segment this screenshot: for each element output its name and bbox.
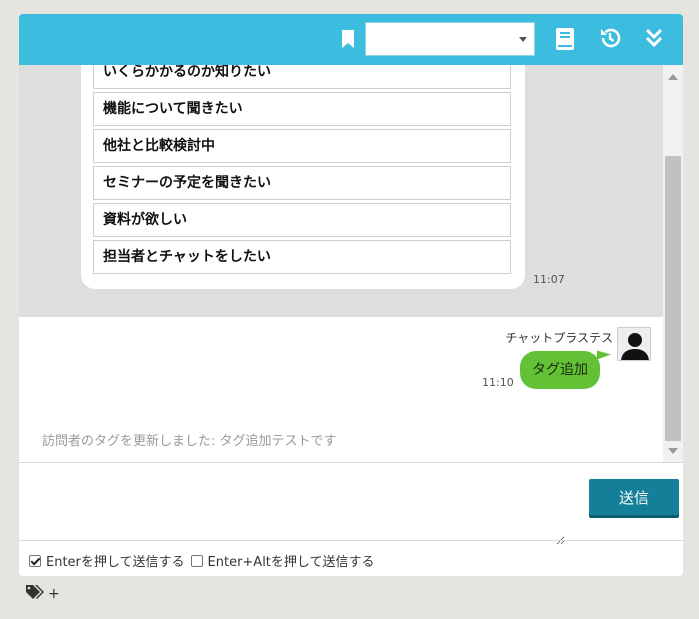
tag-row: +: [26, 584, 60, 603]
user-message-bubble: タグ追加: [520, 351, 600, 389]
enter-alt-send-checkbox[interactable]: [190, 554, 203, 567]
message-input[interactable]: [19, 463, 565, 545]
divider: [19, 540, 683, 541]
option-button[interactable]: 資料が欲しい: [93, 203, 511, 237]
enter-alt-send-label[interactable]: Enter+Altを押して送信する: [208, 551, 375, 570]
bot-options-bubble: いくらかかるのか知りたい 機能について聞きたい 他社と比較検討中 セミナーの予定…: [81, 65, 525, 289]
bookmark-icon[interactable]: [341, 30, 355, 48]
option-button[interactable]: 担当者とチャットをしたい: [93, 240, 511, 274]
enter-send-checkbox[interactable]: [29, 554, 41, 567]
system-message: 訪問者のタグを更新しました: タグ追加テストです: [42, 434, 337, 449]
scroll-up-icon[interactable]: [668, 74, 678, 80]
sender-name: チャットプラステスト: [505, 331, 625, 345]
user-message-time: 11:10: [482, 376, 514, 389]
scroll-down-icon[interactable]: [668, 448, 678, 454]
chat-scrollbar[interactable]: [663, 65, 683, 462]
option-button[interactable]: 他社と比較検討中: [93, 129, 511, 163]
send-options: Enterを押して送信する Enter+Altを押して送信する: [29, 551, 375, 570]
scroll-thumb[interactable]: [665, 156, 681, 441]
tags-icon[interactable]: [26, 584, 44, 603]
bot-message-time: 11:07: [533, 273, 565, 286]
option-button[interactable]: いくらかかるのか知りたい: [93, 65, 511, 89]
bubble-tail: [597, 345, 611, 360]
chat-header: [19, 14, 683, 65]
option-button[interactable]: 機能について聞きたい: [93, 92, 511, 126]
history-icon[interactable]: [599, 27, 621, 49]
tag-select[interactable]: [365, 22, 535, 56]
add-tag-button[interactable]: +: [48, 586, 60, 602]
bot-message-zone: いくらかかるのか知りたい 機能について聞きたい 他社と比較検討中 セミナーの予定…: [19, 65, 663, 317]
option-button[interactable]: セミナーの予定を聞きたい: [93, 166, 511, 200]
chevron-double-down-icon[interactable]: [644, 26, 664, 50]
chat-messages: いくらかかるのか知りたい 機能について聞きたい 他社と比較検討中 セミナーの予定…: [19, 65, 663, 462]
send-button[interactable]: 送信: [589, 479, 679, 515]
enter-send-label[interactable]: Enterを押して送信する: [46, 551, 185, 570]
avatar: [617, 327, 651, 361]
book-icon[interactable]: [555, 27, 575, 51]
chevron-down-icon: [519, 37, 527, 42]
user-icon: [621, 333, 649, 360]
chat-panel: いくらかかるのか知りたい 機能について聞きたい 他社と比較検討中 セミナーの予定…: [19, 14, 683, 576]
